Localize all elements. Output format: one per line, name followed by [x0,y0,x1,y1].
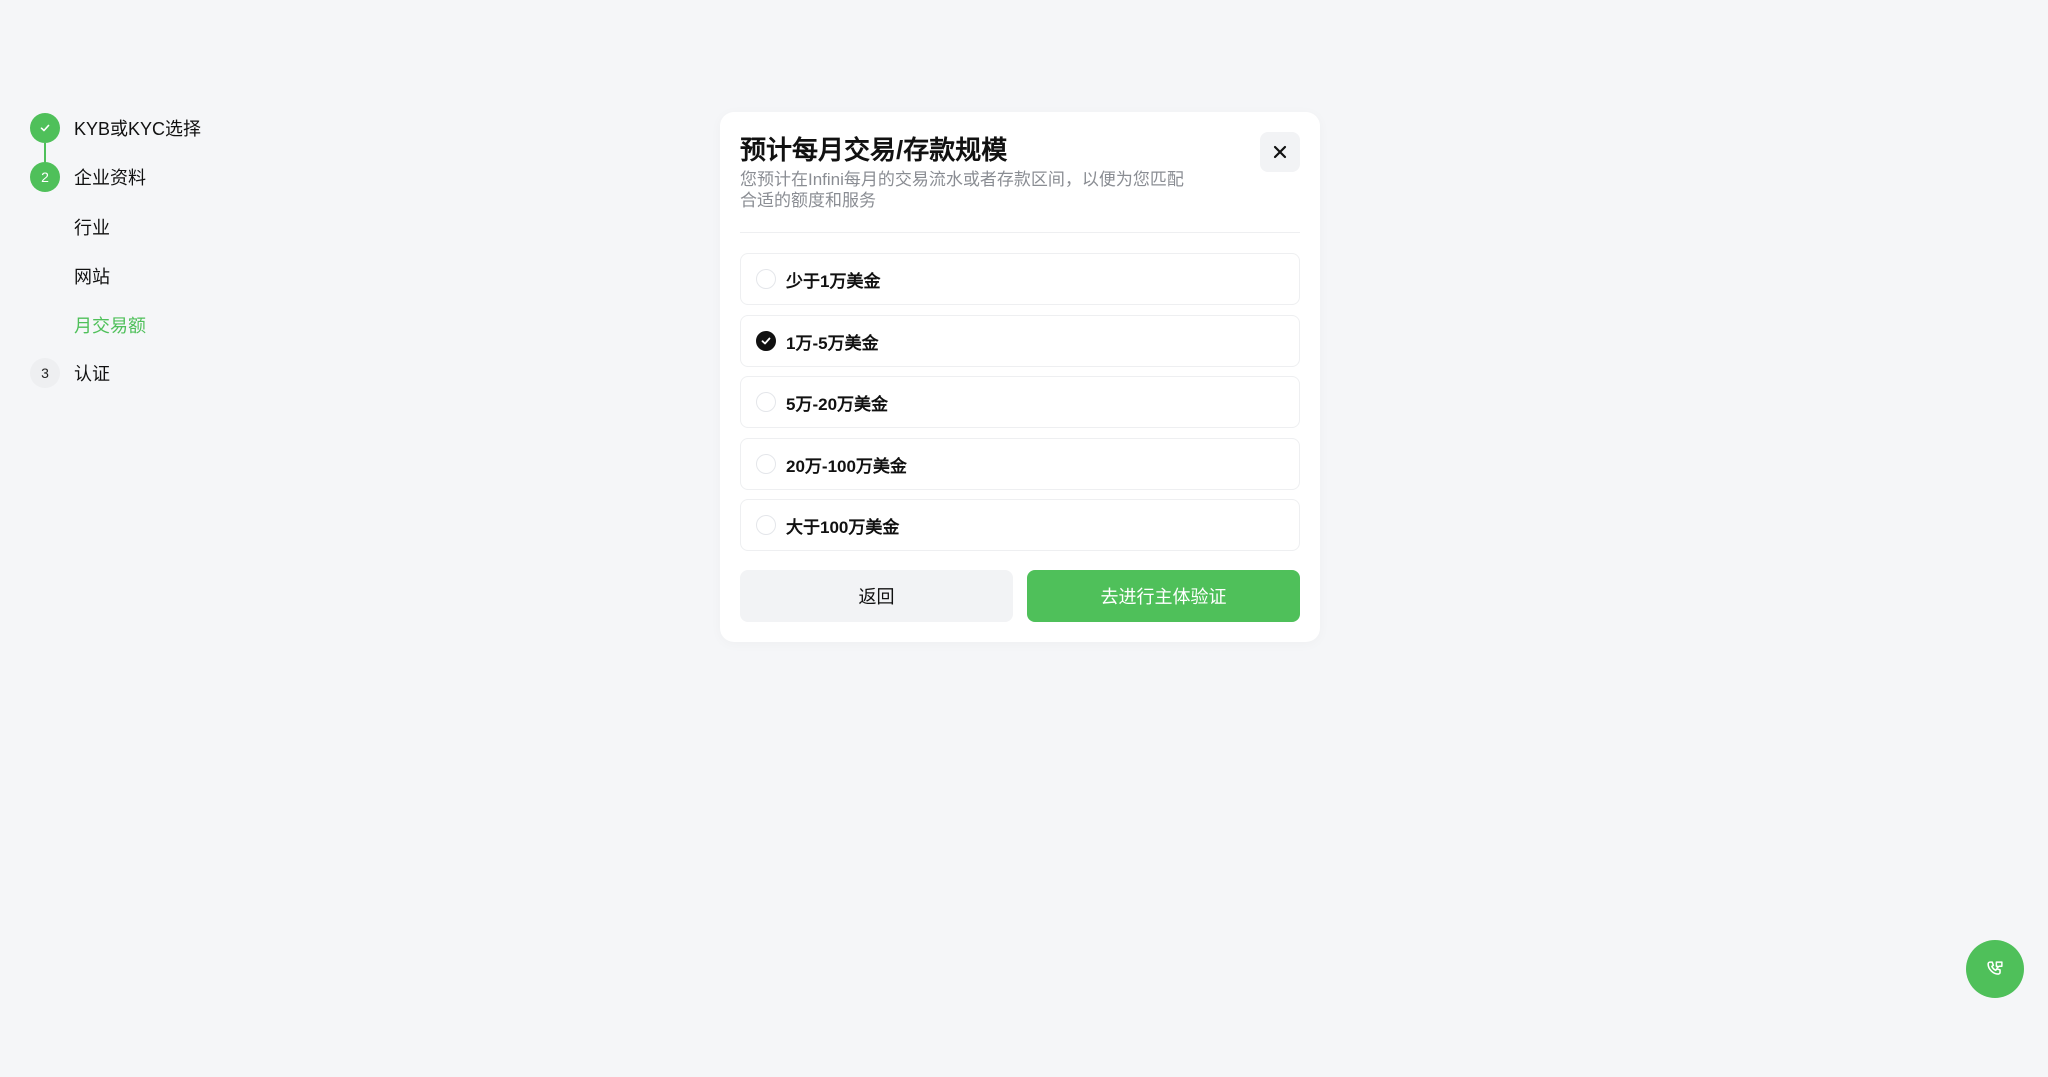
option-label: 20万-100万美金 [786,456,907,476]
radio-button-checked[interactable] [756,331,776,351]
close-button[interactable] [1260,132,1300,172]
step-kyb-kyc[interactable]: KYB或KYC选择 [30,113,201,143]
radio-button[interactable] [756,454,776,474]
option-label: 5万-20万美金 [786,394,889,414]
dialog-description: 您预计在Infini每月的交易流水或者存款区间，以便为您匹配合适的额度和服务 [740,170,1184,210]
radio-button[interactable] [756,392,776,412]
step-connector [44,143,46,163]
step-verification[interactable]: 3 认证 [30,358,110,388]
option-label: 1万-5万美金 [786,333,879,353]
support-fab-button[interactable] [1966,940,2024,998]
substep-monthly-volume[interactable]: 月交易额 [74,312,146,338]
option-under-10k[interactable]: 少于1万美金 [740,253,1300,305]
step-done-badge [30,113,60,143]
step-number-badge: 2 [30,162,60,192]
option-50k-200k[interactable]: 5万-20万美金 [740,376,1300,428]
option-label: 大于100万美金 [786,517,900,537]
phone-support-icon [1987,961,2003,975]
step-company-info[interactable]: 2 企业资料 [30,162,146,192]
option-10k-50k[interactable]: 1万-5万美金 [740,315,1300,367]
radio-button[interactable] [756,515,776,535]
close-icon [1273,145,1287,159]
step-number-badge: 3 [30,358,60,388]
option-label: 少于1万美金 [786,271,881,291]
step-label: 企业资料 [74,168,146,188]
dialog-title: 预计每月交易/存款规模 [740,135,1008,165]
monthly-volume-dialog: 预计每月交易/存款规模 您预计在Infini每月的交易流水或者存款区间，以便为您… [720,112,1320,642]
check-icon [40,124,50,132]
substep-website[interactable]: 网站 [74,263,110,289]
radio-button[interactable] [756,269,776,289]
page: KYB或KYC选择 2 企业资料 行业 网站 月交易额 3 认证 预计每月交易/… [0,0,2048,1077]
back-button[interactable]: 返回 [740,570,1013,622]
step-label: KYB或KYC选择 [74,119,202,139]
step-label: 认证 [74,364,110,384]
option-200k-1m[interactable]: 20万-100万美金 [740,438,1300,490]
option-over-1m[interactable]: 大于100万美金 [740,499,1300,551]
verify-entity-button[interactable]: 去进行主体验证 [1027,570,1300,622]
substep-industry[interactable]: 行业 [74,214,110,240]
divider [740,232,1300,233]
check-icon [761,337,771,345]
